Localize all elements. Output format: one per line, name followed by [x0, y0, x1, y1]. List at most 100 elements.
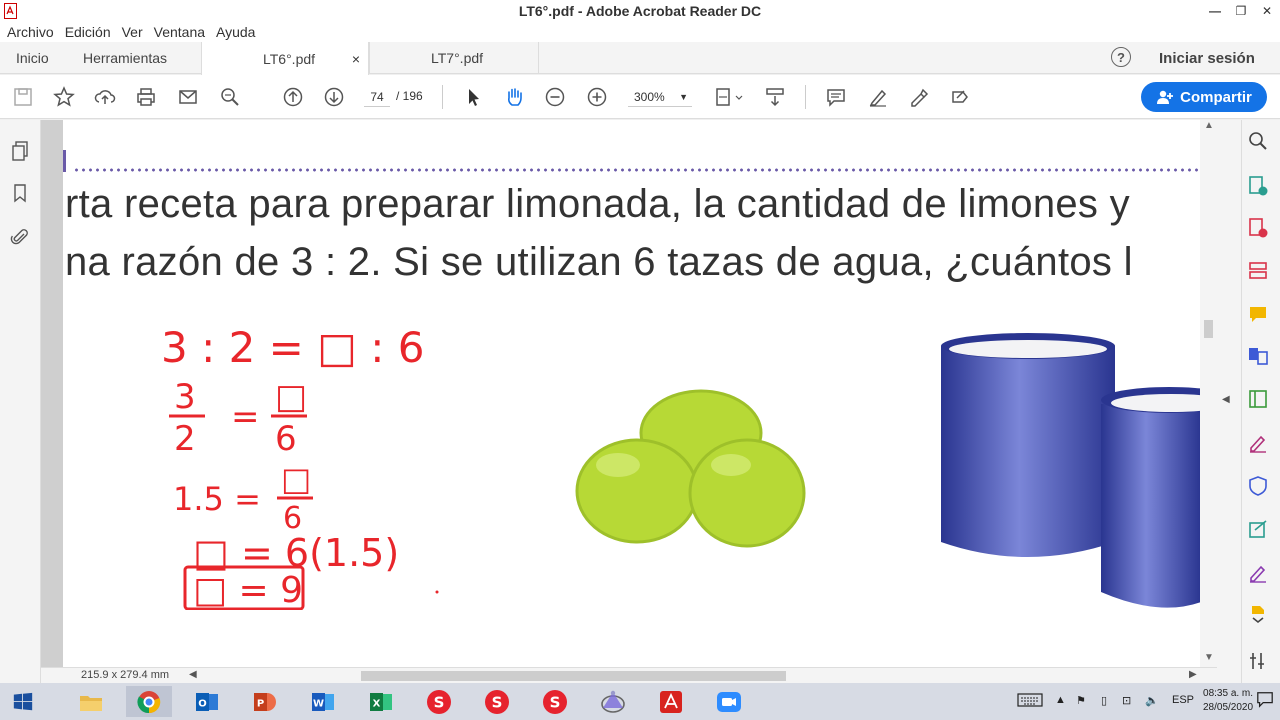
file-explorer-icon[interactable]: [68, 686, 114, 717]
toolbar-divider: [442, 85, 443, 109]
screencast-app-icon-2[interactable]: S: [474, 686, 520, 717]
protect-shield-icon[interactable]: [1247, 475, 1269, 497]
sign-icon[interactable]: [1247, 562, 1269, 584]
hand-tool-icon[interactable]: [502, 85, 526, 109]
answer: □ = 9: [193, 570, 303, 610]
help-icon[interactable]: ?: [1111, 47, 1131, 67]
show-hidden-icons[interactable]: ▲: [1055, 694, 1066, 706]
problem-text-line-2: na razón de 3 : 2. Si se utilizan 6 taza…: [65, 240, 1133, 284]
prev-page-icon[interactable]: [281, 85, 305, 109]
customize-tools-icon[interactable]: [1247, 650, 1269, 672]
excel-icon[interactable]: X: [358, 686, 404, 717]
save-icon[interactable]: [11, 85, 35, 109]
document-viewport[interactable]: rta receta para preparar limonada, la ca…: [41, 120, 1217, 668]
battery-icon[interactable]: ▯: [1101, 694, 1107, 707]
minimize-icon[interactable]: —: [1202, 0, 1228, 22]
upload-cloud-icon[interactable]: [93, 85, 117, 109]
decimal-equation-lhs: 1.5 =: [173, 480, 261, 518]
close-window-icon[interactable]: ✕: [1254, 0, 1280, 22]
tab-lt7-label: LT7°.pdf: [431, 50, 484, 66]
tab-herramientas[interactable]: Herramientas: [83, 42, 167, 74]
fraction-2-den: 6: [275, 419, 297, 459]
scroll-up-icon[interactable]: ▲: [1204, 120, 1214, 131]
menu-edicion[interactable]: Edición: [65, 24, 111, 40]
share-button[interactable]: Compartir: [1141, 82, 1267, 112]
menu-ver[interactable]: Ver: [122, 24, 143, 40]
comment-icon[interactable]: [824, 85, 848, 109]
tab-bar: Inicio Herramientas LT6°.pdf × LT7°.pdf …: [0, 42, 1280, 75]
notifications-icon[interactable]: [1256, 689, 1274, 712]
vertical-scrollbar[interactable]: ▲ ▼: [1200, 120, 1217, 668]
fill-sign-icon[interactable]: [948, 85, 972, 109]
export-pdf-icon[interactable]: [1247, 175, 1269, 197]
scroll-down-icon[interactable]: ▼: [1204, 652, 1214, 663]
network-icon[interactable]: ⊡: [1122, 694, 1131, 707]
search-tool-icon[interactable]: [1247, 130, 1269, 152]
scroll-left-icon[interactable]: ◀: [189, 669, 197, 680]
organize-pages-icon[interactable]: [1247, 260, 1269, 282]
outlook-icon[interactable]: O: [184, 686, 230, 717]
print-icon[interactable]: [134, 85, 158, 109]
clock-time: 08:35 a. m.: [1203, 688, 1254, 699]
page-number-input[interactable]: 74: [364, 87, 390, 107]
tab-lt7[interactable]: LT7°.pdf: [369, 42, 539, 74]
close-tab-icon[interactable]: ×: [352, 51, 360, 67]
right-tools-panel: ◀: [1217, 120, 1280, 683]
email-icon[interactable]: [176, 85, 200, 109]
zoom-app-icon[interactable]: [706, 686, 752, 717]
zoom-in-icon[interactable]: [585, 85, 609, 109]
zoom-out-icon[interactable]: [543, 85, 567, 109]
fill-sign-tool-icon[interactable]: [1247, 432, 1269, 454]
fraction-1-num: 3: [174, 377, 196, 417]
zoom-select[interactable]: 300% ▼: [628, 87, 692, 107]
clock[interactable]: 08:35 a. m. 28/05/2020: [1203, 687, 1253, 715]
screencast-app-icon-1[interactable]: S: [416, 686, 462, 717]
more-tools-icon[interactable]: [1247, 602, 1269, 624]
keyboard-icon[interactable]: [1017, 692, 1043, 711]
star-icon[interactable]: [52, 85, 76, 109]
title-bar: LT6°.pdf - Adobe Acrobat Reader DC — ❐ ✕: [0, 0, 1280, 22]
page-fit-icon[interactable]: [712, 85, 746, 109]
menu-ayuda[interactable]: Ayuda: [216, 24, 255, 40]
acrobat-taskbar-icon[interactable]: [648, 686, 694, 717]
add-user-icon: [1157, 90, 1174, 104]
collapse-right-panel-icon[interactable]: ◀: [1222, 394, 1230, 405]
language-indicator[interactable]: ESP: [1172, 694, 1194, 706]
edit-pdf-icon[interactable]: [1247, 388, 1269, 410]
handwritten-work: 3 : 2 = □ : 6 3 2 = □ 6 1.5 = □ 6 □ = 6(…: [161, 323, 439, 610]
signin-link[interactable]: Iniciar sesión: [1159, 50, 1255, 67]
share-label: Compartir: [1180, 88, 1252, 106]
tab-lt6[interactable]: LT6°.pdf ×: [201, 42, 369, 75]
scroll-right-icon[interactable]: ▶: [1189, 669, 1197, 680]
start-button[interactable]: [0, 686, 46, 717]
chevron-down-icon: ▼: [679, 92, 688, 102]
bookmark-icon[interactable]: [10, 182, 30, 204]
scroll-mode-icon[interactable]: [763, 85, 787, 109]
tab-inicio[interactable]: Inicio: [16, 42, 49, 74]
page-thumbnails-icon[interactable]: [10, 140, 30, 162]
select-cursor-icon[interactable]: [461, 85, 485, 109]
send-for-review-icon[interactable]: [1247, 518, 1269, 540]
horizontal-scroll-thumb[interactable]: [361, 671, 786, 681]
search-icon[interactable]: [218, 85, 242, 109]
highlight-pen-icon[interactable]: [866, 85, 890, 109]
draw-pen-icon[interactable]: [907, 85, 931, 109]
comment-tool-icon[interactable]: [1247, 303, 1269, 325]
cups-illustration: [941, 333, 1200, 608]
combine-files-icon[interactable]: [1247, 345, 1269, 367]
svg-text:S: S: [550, 693, 561, 711]
word-icon[interactable]: W: [300, 686, 346, 717]
attachment-icon[interactable]: [10, 226, 30, 248]
action-flag-icon[interactable]: ⚑: [1076, 694, 1086, 707]
powerpoint-icon[interactable]: P: [242, 686, 288, 717]
next-page-icon[interactable]: [322, 85, 346, 109]
create-pdf-icon[interactable]: [1247, 217, 1269, 239]
scroll-thumb[interactable]: [1204, 320, 1213, 338]
restore-icon[interactable]: ❐: [1228, 0, 1254, 22]
menu-archivo[interactable]: Archivo: [7, 24, 54, 40]
screencast-app-icon-3[interactable]: S: [532, 686, 578, 717]
volume-icon[interactable]: 🔈: [1145, 694, 1159, 707]
chrome-icon[interactable]: [126, 686, 172, 717]
geogebra-icon[interactable]: [590, 686, 636, 717]
menu-ventana[interactable]: Ventana: [154, 24, 205, 40]
